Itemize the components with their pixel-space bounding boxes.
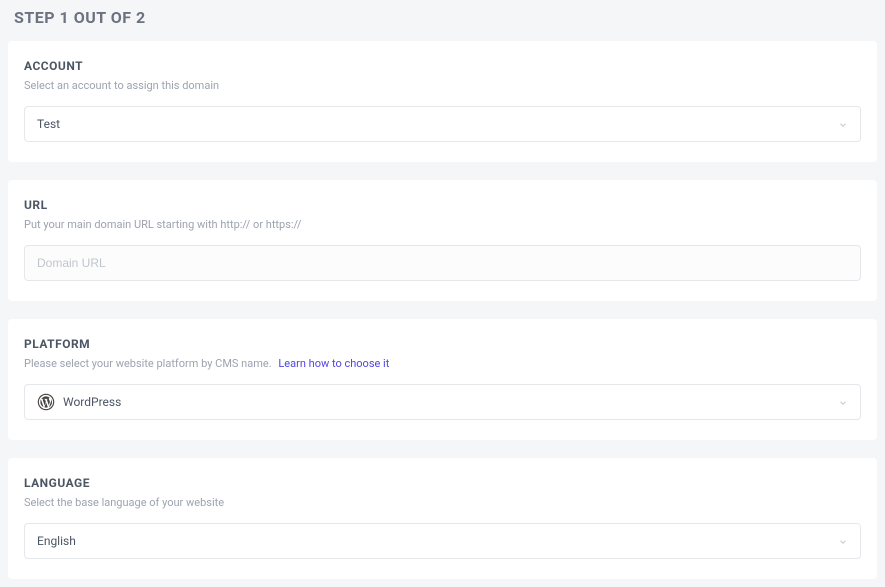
account-select-value: Test xyxy=(37,117,848,131)
wordpress-icon xyxy=(37,393,55,411)
platform-learn-link[interactable]: Learn how to choose it xyxy=(278,357,389,370)
language-desc: Select the base language of your website xyxy=(24,496,861,509)
platform-section: PLATFORM Please select your website plat… xyxy=(8,319,877,440)
account-select[interactable]: Test xyxy=(24,106,861,142)
language-select-value: English xyxy=(37,534,848,548)
platform-title: PLATFORM xyxy=(24,337,861,351)
language-select[interactable]: English xyxy=(24,523,861,559)
url-section: URL Put your main domain URL starting wi… xyxy=(8,180,877,301)
url-input[interactable] xyxy=(24,245,861,281)
platform-select[interactable]: WordPress xyxy=(24,384,861,420)
url-title: URL xyxy=(24,198,861,212)
account-desc: Select an account to assign this domain xyxy=(24,79,861,92)
platform-desc-text: Please select your website platform by C… xyxy=(24,357,272,370)
platform-select-value: WordPress xyxy=(63,395,848,409)
url-desc: Put your main domain URL starting with h… xyxy=(24,218,861,231)
language-section: LANGUAGE Select the base language of you… xyxy=(8,458,877,579)
platform-desc: Please select your website platform by C… xyxy=(24,357,861,370)
page-title: STEP 1 OUT OF 2 xyxy=(14,8,877,27)
account-section: ACCOUNT Select an account to assign this… xyxy=(8,41,877,162)
language-title: LANGUAGE xyxy=(24,476,861,490)
account-title: ACCOUNT xyxy=(24,59,861,73)
